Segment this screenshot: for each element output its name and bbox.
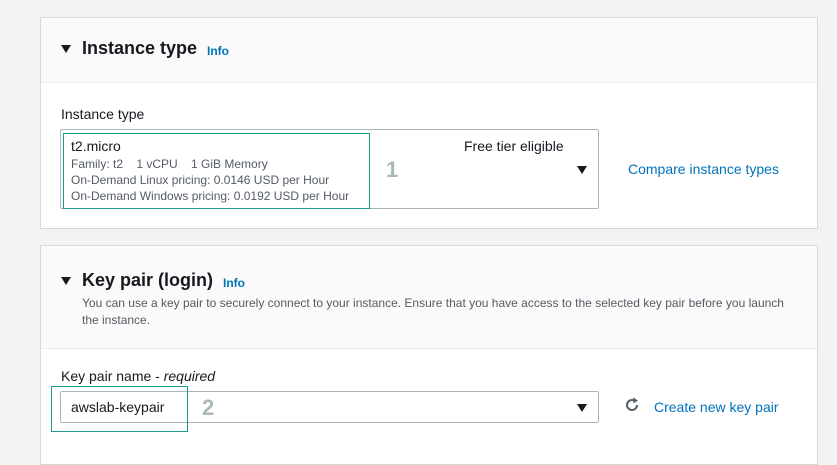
key-pair-description: You can use a key pair to securely conne… [82, 296, 784, 327]
create-new-key-pair-link[interactable]: Create new key pair [654, 399, 779, 415]
instance-type-panel: Instance type Info Instance type t2.micr… [40, 17, 818, 229]
step-1-highlight [63, 133, 370, 209]
instance-type-header[interactable]: Instance type Info [41, 18, 817, 83]
step-1-marker: 1 [386, 157, 399, 182]
required-hint: required [163, 368, 216, 384]
free-tier-eligible-badge: Free tier eligible [464, 138, 564, 154]
dropdown-caret-icon [577, 166, 587, 174]
refresh-icon[interactable] [624, 397, 640, 418]
collapse-caret-icon[interactable] [61, 45, 71, 53]
instance-type-title: Instance type [82, 38, 198, 58]
step-2-marker: 2 [202, 395, 215, 420]
key-pair-field-label: Key pair name - required [61, 368, 216, 384]
instance-type-field-label: Instance type [61, 106, 145, 122]
dropdown-caret-icon [577, 404, 587, 412]
collapse-caret-icon[interactable] [61, 277, 71, 285]
key-pair-panel: Key pair (login) Info You can use a key … [40, 245, 818, 465]
key-pair-title: Key pair (login) [82, 270, 214, 290]
instance-type-info-link[interactable]: Info [207, 44, 229, 58]
step-2-highlight [51, 386, 188, 432]
key-pair-header[interactable]: Key pair (login) Info You can use a key … [41, 246, 817, 349]
compare-instance-types-link[interactable]: Compare instance types [628, 161, 779, 177]
key-pair-info-link[interactable]: Info [223, 276, 245, 290]
